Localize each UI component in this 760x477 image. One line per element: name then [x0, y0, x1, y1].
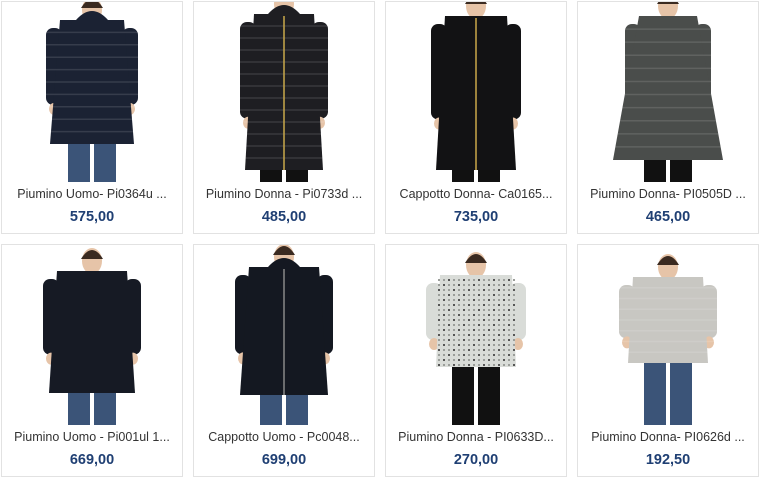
product-card[interactable]: Piumino Donna - Pi0733d ... 485,00	[193, 1, 375, 234]
product-image[interactable]	[2, 245, 182, 425]
product-image[interactable]	[578, 245, 758, 425]
product-name[interactable]: Piumino Donna - Pi0733d ...	[200, 187, 368, 201]
product-card[interactable]: Piumino Donna- PI0505D ... 465,00	[577, 1, 759, 234]
product-image[interactable]	[194, 245, 374, 425]
product-price: 669,00	[69, 452, 115, 468]
product-image[interactable]	[2, 2, 182, 182]
product-photo-graphic	[608, 254, 728, 425]
product-price: 485,00	[261, 209, 307, 225]
product-card[interactable]: Cappotto Donna- Ca0165... 735,00	[385, 1, 567, 234]
product-card[interactable]: Cappotto Uomo - Pc0048... 699,00	[193, 244, 375, 477]
product-photo-graphic	[32, 2, 152, 182]
product-photo-graphic	[224, 2, 344, 182]
product-price: 699,00	[261, 452, 307, 468]
product-photo-graphic	[608, 2, 728, 182]
product-image[interactable]	[386, 245, 566, 425]
product-card[interactable]: Piumino Donna- PI0626d ... 192,50	[577, 244, 759, 477]
product-name[interactable]: Piumino Donna- PI0626d ...	[584, 430, 752, 444]
product-card[interactable]: Piumino Uomo- Pi0364u ... 575,00	[1, 1, 183, 234]
product-name[interactable]: Piumino Donna- PI0505D ...	[584, 187, 752, 201]
product-photo-graphic	[43, 248, 141, 425]
product-price: 270,00	[453, 452, 499, 468]
product-price: 735,00	[453, 209, 499, 225]
product-photo-graphic	[431, 2, 521, 182]
product-image[interactable]	[194, 2, 374, 182]
product-name[interactable]: Piumino Donna - PI0633D...	[392, 430, 560, 444]
product-name[interactable]: Piumino Uomo- Pi0364u ...	[8, 187, 176, 201]
product-price: 575,00	[69, 209, 115, 225]
product-price: 192,50	[645, 452, 691, 468]
product-name[interactable]: Cappotto Donna- Ca0165...	[392, 187, 560, 201]
product-image[interactable]	[386, 2, 566, 182]
product-photo-graphic	[235, 245, 333, 425]
product-grid: Piumino Uomo- Pi0364u ... 575,00 Piumino…	[0, 0, 760, 477]
product-price: 465,00	[645, 209, 691, 225]
product-photo-graphic	[426, 252, 526, 425]
product-card[interactable]: Piumino Uomo - Pi001ul 1... 669,00	[1, 244, 183, 477]
product-name[interactable]: Cappotto Uomo - Pc0048...	[200, 430, 368, 444]
product-image[interactable]	[578, 2, 758, 182]
product-name[interactable]: Piumino Uomo - Pi001ul 1...	[8, 430, 176, 444]
product-card[interactable]: Piumino Donna - PI0633D... 270,00	[385, 244, 567, 477]
